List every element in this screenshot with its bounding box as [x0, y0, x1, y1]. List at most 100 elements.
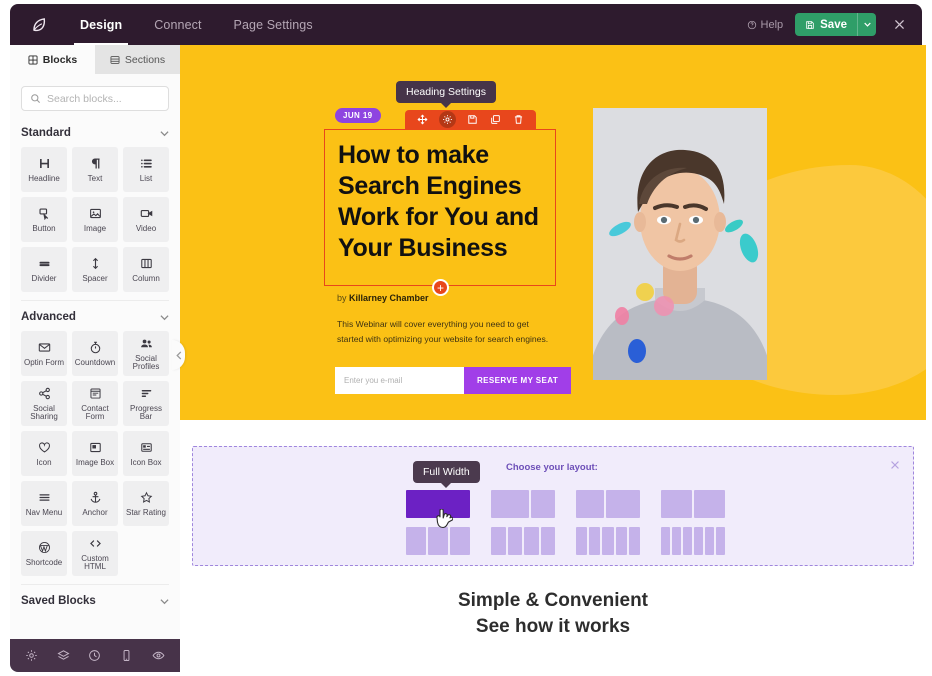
- spacer-arrows-icon: [89, 257, 102, 270]
- group-header-saved-blocks[interactable]: Saved Blocks: [21, 584, 169, 615]
- search-box[interactable]: [21, 86, 182, 111]
- main-nav-tabs: Design Connect Page Settings: [64, 4, 329, 45]
- block-label: Nav Menu: [25, 507, 63, 517]
- group-header-advanced[interactable]: Advanced: [21, 300, 169, 331]
- block-star-rating[interactable]: Star Rating: [123, 481, 169, 526]
- block-custom-html[interactable]: Custom HTML: [72, 531, 118, 576]
- blocks-scroll-area[interactable]: Standard Headline Text List Button Image…: [10, 117, 180, 639]
- anchor-icon: [89, 491, 102, 504]
- block-label: Divider: [31, 273, 57, 283]
- page-canvas[interactable]: Heading Settings JUN 19 How to make Sear…: [180, 45, 926, 672]
- sidebar-tab-blocks[interactable]: Blocks: [10, 45, 95, 74]
- tab-page-settings-label: Page Settings: [233, 17, 313, 32]
- duplicate-icon[interactable]: [489, 113, 502, 126]
- layout-option-6-column[interactable]: [661, 527, 725, 555]
- sections-icon: [110, 55, 120, 65]
- layout-option-5-column[interactable]: [576, 527, 641, 555]
- gear-icon[interactable]: [25, 649, 38, 662]
- tab-design[interactable]: Design: [64, 4, 138, 45]
- sidebar-footer-toolbar: [10, 639, 180, 672]
- group-header-standard[interactable]: Standard: [21, 117, 169, 147]
- search-icon: [30, 93, 41, 104]
- layout-option-2-column-b[interactable]: [576, 490, 640, 518]
- save-block-icon[interactable]: [466, 113, 479, 126]
- layout-option-3-column[interactable]: [406, 527, 470, 555]
- layers-icon[interactable]: [57, 649, 70, 662]
- layout-option-4-column[interactable]: [491, 527, 555, 555]
- block-icon-box[interactable]: Icon Box: [123, 431, 169, 476]
- block-optin-form[interactable]: Optin Form: [21, 331, 67, 376]
- trash-icon[interactable]: [512, 113, 525, 126]
- wordpress-icon: [38, 541, 51, 554]
- block-text[interactable]: Text: [72, 147, 118, 192]
- history-clock-icon[interactable]: [88, 649, 101, 662]
- layout-section: Full Width Choose your layout: Simple & …: [180, 420, 926, 640]
- block-label: Spacer: [82, 273, 108, 283]
- layout-picker[interactable]: Full Width Choose your layout:: [192, 446, 914, 566]
- block-icon[interactable]: Icon: [21, 431, 67, 476]
- chevron-down-icon: [160, 597, 169, 606]
- share-nodes-icon: [38, 387, 51, 400]
- block-image-box[interactable]: Image Box: [72, 431, 118, 476]
- heading-element[interactable]: How to make Search Engines Work for You …: [324, 129, 556, 286]
- close-icon: [893, 18, 906, 31]
- block-progress-bar[interactable]: Progress Bar: [123, 381, 169, 426]
- byline-author: Killarney Chamber: [349, 293, 429, 303]
- block-list[interactable]: List: [123, 147, 169, 192]
- block-nav-menu[interactable]: Nav Menu: [21, 481, 67, 526]
- tab-page-settings[interactable]: Page Settings: [218, 4, 329, 45]
- block-video[interactable]: Video: [123, 197, 169, 242]
- image-icon: [89, 207, 102, 220]
- email-input[interactable]: [335, 367, 464, 394]
- bottom-heading-line2: See how it works: [475, 615, 631, 637]
- hero-portrait-image[interactable]: [593, 108, 767, 380]
- hero-section[interactable]: Heading Settings JUN 19 How to make Sear…: [180, 45, 926, 420]
- layout-option-2-column-c[interactable]: [661, 490, 725, 518]
- progress-bars-icon: [140, 387, 153, 400]
- list-icon: [140, 157, 153, 170]
- save-button[interactable]: Save: [795, 13, 857, 36]
- block-anchor[interactable]: Anchor: [72, 481, 118, 526]
- block-social-sharing[interactable]: Social Sharing: [21, 381, 67, 426]
- layout-picker-close-button[interactable]: [889, 459, 901, 471]
- layout-option-2-column-a[interactable]: [491, 490, 555, 518]
- paragraph-pilcrow-icon: [89, 157, 102, 170]
- hero-heading: How to make Search Engines Work for You …: [338, 141, 539, 262]
- question-circle-icon: [747, 20, 757, 30]
- block-label: Icon: [36, 457, 52, 467]
- chevron-down-icon: [863, 21, 871, 28]
- block-button[interactable]: Button: [21, 197, 67, 242]
- block-spacer[interactable]: Spacer: [72, 247, 118, 292]
- layout-picker-title: Choose your layout:: [506, 462, 598, 473]
- block-social-profiles[interactable]: Social Profiles: [123, 331, 169, 376]
- gear-icon[interactable]: [439, 111, 456, 128]
- save-dropdown-toggle[interactable]: [857, 13, 876, 36]
- block-contact-form[interactable]: Contact Form: [72, 381, 118, 426]
- eye-preview-icon[interactable]: [152, 649, 165, 662]
- reserve-seat-button[interactable]: RESERVE MY SEAT: [464, 367, 572, 394]
- move-arrows-icon[interactable]: [416, 113, 429, 126]
- block-divider[interactable]: Divider: [21, 247, 67, 292]
- plus-circle-icon[interactable]: +: [432, 279, 449, 296]
- block-label: Contact Form: [81, 403, 109, 421]
- block-column[interactable]: Column: [123, 247, 169, 292]
- block-countdown[interactable]: Countdown: [72, 331, 118, 376]
- form-window-icon: [89, 387, 102, 400]
- leaf-logo-icon[interactable]: [20, 15, 58, 34]
- users-group-icon: [140, 337, 153, 350]
- tab-connect[interactable]: Connect: [138, 4, 217, 45]
- floppy-disk-icon: [805, 20, 815, 30]
- search-input[interactable]: [47, 92, 182, 105]
- help-button[interactable]: Help: [747, 18, 784, 31]
- help-label: Help: [760, 18, 784, 31]
- top-bar: Design Connect Page Settings Help Save: [10, 4, 922, 45]
- divider-icon: [38, 257, 51, 270]
- block-shortcode[interactable]: Shortcode: [21, 531, 67, 576]
- layout-option-1-column[interactable]: [406, 490, 470, 518]
- mobile-device-icon[interactable]: [120, 649, 133, 662]
- close-editor-button[interactable]: [888, 14, 910, 36]
- group-title-saved-blocks: Saved Blocks: [21, 595, 96, 607]
- block-image[interactable]: Image: [72, 197, 118, 242]
- sidebar-tab-sections[interactable]: Sections: [95, 45, 180, 74]
- block-headline[interactable]: Headline: [21, 147, 67, 192]
